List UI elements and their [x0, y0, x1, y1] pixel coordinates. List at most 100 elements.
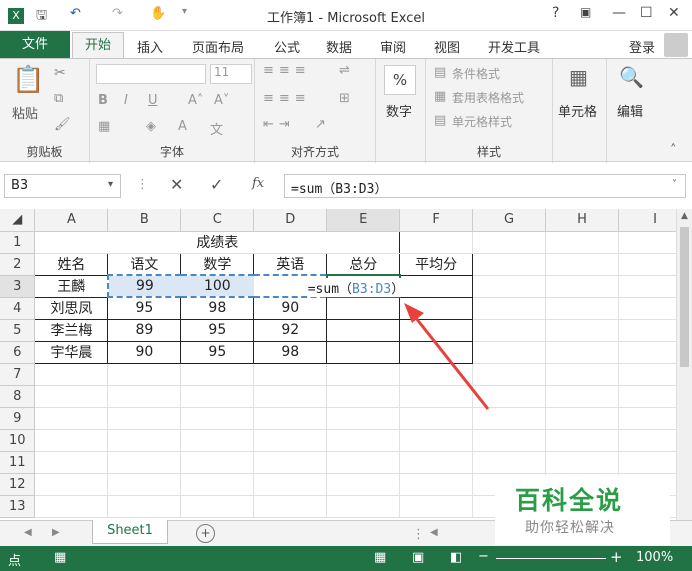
bold-button[interactable]: B — [98, 93, 108, 108]
indent-icons[interactable]: ⇤⇥ — [263, 117, 295, 132]
wrap-text-icon[interactable]: ⇌ — [339, 63, 350, 78]
cells-group: ▦ 单元格 — [553, 59, 607, 163]
number-group: % 数字 — [376, 59, 426, 163]
editing-button[interactable]: 编辑 — [617, 101, 643, 120]
tab-formulas[interactable]: 公式 — [274, 37, 300, 56]
conditional-formatting-icon[interactable]: ▤ — [434, 65, 446, 80]
styles-label: 样式 — [476, 145, 501, 159]
font-size-select[interactable]: 11 — [210, 64, 252, 84]
format-as-table-icon[interactable]: ▦ — [434, 89, 446, 104]
maximize-button[interactable]: ☐ — [640, 5, 653, 21]
font-color-icon[interactable]: A — [178, 119, 187, 134]
enter-icon[interactable]: ✓ — [210, 175, 223, 194]
orientation-icon[interactable]: ↗ — [315, 117, 326, 132]
styles-group: ▤ 条件格式 ▦ 套用表格格式 ▤ 单元格样式 样式 — [426, 59, 553, 163]
ribbon-tabs: 文件 开始 插入 页面布局 公式 数据 审阅 视图 开发工具 登录 — [0, 31, 692, 60]
scroll-up-icon[interactable]: ▲ — [681, 211, 688, 221]
percent-icon[interactable]: % — [384, 65, 416, 95]
worksheet-grid[interactable]: ◢ A B C D E F G H I 1 成绩表 2 姓名 语文 数学 英语 … — [0, 209, 692, 520]
ribbon-display-icon[interactable]: ▣ — [580, 5, 591, 19]
arrow-shaft — [410, 312, 490, 410]
watermark-brand: 百科全说 — [515, 486, 624, 515]
number-format-button[interactable]: 数字 — [386, 101, 412, 120]
title-bar: X 🖫 ↶ ↷ ✋ ▾ 工作簿1 - Microsoft Excel ? ▣ —… — [0, 0, 692, 31]
paste-icon[interactable]: 📋 — [12, 65, 44, 95]
insert-function-icon[interactable]: fx — [252, 176, 264, 191]
font-name-select[interactable] — [96, 64, 206, 84]
formula-bar-grip-icon: ⋮ — [136, 177, 149, 192]
italic-button[interactable]: I — [124, 93, 128, 108]
tab-home[interactable]: 开始 — [72, 32, 124, 60]
cut-icon[interactable]: ✂ — [54, 65, 66, 81]
tab-developer[interactable]: 开发工具 — [488, 37, 540, 56]
vertical-scrollbar[interactable]: ▲ — [676, 209, 692, 520]
fill-color-icon[interactable]: ◈ — [146, 119, 156, 134]
formula-bar: B3 ▾ ⋮ ✕ ✓ fx =sum（B3:D3） ˅ — [0, 170, 692, 202]
tab-page-layout[interactable]: 页面布局 — [192, 37, 244, 56]
zoom-slider[interactable] — [496, 558, 606, 559]
tab-file[interactable]: 文件 — [0, 31, 70, 59]
login-link[interactable]: 登录 — [629, 37, 655, 56]
minimize-button[interactable]: — — [612, 5, 626, 21]
cells-icon[interactable]: ▦ — [569, 65, 588, 89]
next-sheet-icon[interactable]: ▶ — [52, 527, 60, 538]
cell-styles-icon[interactable]: ▤ — [434, 113, 446, 128]
zoom-out-icon[interactable]: − — [478, 549, 489, 564]
clipboard-label: 剪贴板 — [26, 145, 63, 159]
arrow-head — [404, 303, 424, 323]
shrink-font-icon[interactable]: A˅ — [214, 93, 229, 108]
editing-group: 🔍 编辑 — [607, 59, 655, 163]
macro-record-icon[interactable]: ▦ — [54, 550, 66, 565]
tab-review[interactable]: 审阅 — [380, 37, 406, 56]
conditional-formatting-button[interactable]: 条件格式 — [452, 65, 500, 82]
status-bar: 点 ▦ ▦ ▣ ◧ − + 100% — [0, 546, 692, 571]
ribbon: 📋 粘贴 ✂ ⧉ 🖌 剪贴板 11 B I U A˄ A˅ ▦ ◈ A 文 字体… — [0, 58, 692, 163]
tab-data[interactable]: 数据 — [326, 37, 352, 56]
formula-input[interactable]: =sum（B3:D3） — [284, 174, 686, 198]
sheet-tab-sheet1[interactable]: Sheet1 — [92, 520, 168, 544]
font-label: 字体 — [159, 145, 184, 159]
page-layout-view-icon[interactable]: ▣ — [412, 550, 424, 565]
underline-button[interactable]: U — [148, 93, 158, 108]
close-button[interactable]: ✕ — [668, 5, 680, 21]
zoom-level[interactable]: 100% — [636, 550, 673, 565]
prev-sheet-icon[interactable]: ◀ — [24, 527, 32, 538]
avatar[interactable] — [664, 33, 688, 57]
align-left-icons[interactable]: ≡≡≡ — [263, 91, 311, 106]
name-box-dropdown-icon[interactable]: ▾ — [108, 179, 113, 190]
zoom-in-icon[interactable]: + — [610, 548, 623, 566]
page-break-view-icon[interactable]: ◧ — [450, 550, 462, 565]
cancel-icon[interactable]: ✕ — [170, 175, 183, 194]
tab-insert[interactable]: 插入 — [137, 37, 163, 56]
help-button[interactable]: ? — [552, 5, 559, 21]
hscroll-left-icon[interactable]: ◀ — [430, 527, 438, 538]
cell-styles-button[interactable]: 单元格样式 — [452, 113, 512, 130]
phonetic-icon[interactable]: 文 — [210, 119, 223, 138]
mode-indicator: 点 — [8, 554, 22, 569]
annotation-arrow — [404, 303, 490, 410]
paste-button[interactable]: 粘贴 — [12, 103, 38, 122]
align-top-icons[interactable]: ≡≡≡ — [263, 63, 311, 78]
alignment-group: ≡≡≡ ⇌ ≡≡≡ ⊞ ⇤⇥ ↗ 对齐方式 — [255, 59, 376, 163]
alignment-label: 对齐方式 — [290, 145, 339, 159]
font-group: 11 B I U A˄ A˅ ▦ ◈ A 文 字体 — [90, 59, 255, 163]
collapse-ribbon-icon[interactable]: ˄ — [670, 143, 677, 158]
merge-center-icon[interactable]: ⊞ — [339, 91, 350, 106]
copy-icon[interactable]: ⧉ — [54, 91, 63, 106]
cells-button[interactable]: 单元格 — [558, 101, 597, 120]
scroll-thumb[interactable] — [680, 227, 689, 367]
new-sheet-button[interactable]: + — [196, 524, 215, 543]
normal-view-icon[interactable]: ▦ — [374, 550, 386, 565]
format-painter-icon[interactable]: 🖌 — [54, 117, 71, 132]
grow-font-icon[interactable]: A˄ — [188, 93, 203, 108]
borders-icon[interactable]: ▦ — [98, 119, 110, 134]
find-icon[interactable]: 🔍 — [619, 65, 644, 89]
expand-formula-icon[interactable]: ˅ — [672, 179, 677, 190]
tab-split-icon[interactable]: ⋮ — [412, 527, 425, 542]
format-as-table-button[interactable]: 套用表格格式 — [452, 89, 524, 106]
watermark: 百科全说 助你轻松解决 — [495, 475, 670, 545]
name-box[interactable]: B3 — [4, 174, 121, 198]
tab-view[interactable]: 视图 — [434, 37, 460, 56]
watermark-slogan: 助你轻松解决 — [525, 520, 615, 536]
clipboard-group: 📋 粘贴 ✂ ⧉ 🖌 剪贴板 — [0, 59, 90, 163]
